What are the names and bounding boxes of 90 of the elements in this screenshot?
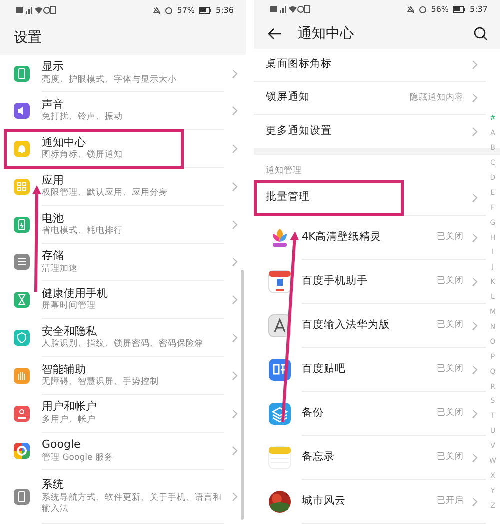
setting-title: 健康使用手机 [42, 287, 109, 301]
page-title: 设置 [14, 28, 42, 48]
chevron-icon [232, 295, 238, 306]
chevron-icon [472, 232, 478, 242]
app-status: 已关闭 [437, 275, 464, 288]
battery-icon [199, 7, 212, 14]
battery-icon [453, 6, 466, 14]
setting-label: 批量管理 [266, 190, 311, 205]
chevron-icon [472, 320, 478, 330]
chevron-icon [232, 446, 238, 456]
setting-title: 智能辅助 [42, 362, 87, 377]
chevron-icon [472, 496, 478, 506]
app-status: 已关闭 [437, 451, 464, 464]
setting-subtitle: 无障碍、智慧识屏、手势控制 [42, 376, 160, 388]
page-title: 通知中心 [298, 24, 355, 44]
setting-subtitle: 免打扰、铃声、振动 [42, 112, 124, 124]
setting-label: 锁屏通知 [266, 90, 311, 106]
app-row[interactable]: 百度输入法华为版 已关闭 [254, 304, 486, 348]
app-row[interactable]: 百度贴吧 已关闭 [254, 348, 486, 392]
setting-subtitle: 管理 Google 服务 [42, 452, 114, 464]
setting-subtitle: 清理加速 [42, 264, 79, 275]
setting-title: 声音 [42, 98, 65, 112]
chevron-icon [472, 126, 478, 137]
setting-subtitle: 亮度、护眼模式、字体与显示大小 [42, 74, 178, 86]
setting-title: 系统 [42, 478, 65, 492]
app-row[interactable]: 备忘录 已关闭 [254, 436, 486, 480]
app-status: 已关闭 [437, 363, 464, 376]
app-row[interactable]: 百度手机助手 已关闭 [254, 260, 486, 304]
setting-label: 更多通知设置 [266, 124, 333, 139]
mute-icon [153, 6, 162, 15]
setting-title: 电池 [42, 212, 65, 226]
setting-title: 应用 [42, 174, 65, 188]
chevron-icon [232, 182, 238, 192]
chevron-icon [232, 492, 238, 502]
clock-time: 5:36 [216, 4, 234, 17]
setting-subtitle: 权限管理、默认应用、应用分身 [42, 188, 169, 200]
app-status: 已关闭 [437, 319, 464, 332]
chevron-icon [472, 192, 478, 202]
app-row[interactable]: 备份 已关闭 [254, 392, 486, 436]
setting-subtitle: 图标角标、锁屏通知 [42, 150, 124, 162]
setting-title: 存储 [42, 249, 65, 264]
app-row[interactable]: 4K高清壁纸精灵 已关闭 [254, 216, 486, 260]
chevron-icon [472, 276, 478, 286]
chevron-icon [232, 257, 238, 268]
setting-subtitle: 省电模式、耗电排行 [42, 226, 124, 237]
setting-value: 隐藏通知内容 [410, 92, 464, 105]
app-row[interactable]: 城市风云 已开启 [254, 480, 486, 524]
chevron-icon [472, 408, 478, 418]
chevron-icon [472, 364, 478, 374]
setting-title: 显示 [42, 60, 65, 74]
app-name: 百度贴吧 [302, 362, 347, 377]
app-name: 4K高清壁纸精灵 [302, 230, 383, 245]
chevron-icon [232, 370, 238, 381]
app-status: 已开启 [437, 495, 464, 508]
chevron-icon [232, 68, 238, 79]
app-name: 百度输入法华为版 [302, 318, 391, 333]
battery-percent: 56% [431, 4, 450, 16]
battery-percent: 57% [177, 4, 196, 17]
signal-icon [16, 6, 56, 16]
mute-icon [407, 6, 416, 14]
section-label: 通知管理 [265, 165, 303, 178]
chevron-icon [232, 106, 238, 116]
signal-icon [270, 5, 310, 14]
search-icon [474, 27, 488, 42]
setting-title: 安全和隐私 [42, 324, 98, 339]
chevron-icon [232, 144, 238, 154]
clock-time: 5:37 [470, 4, 488, 16]
back-icon [268, 28, 282, 40]
chevron-icon [472, 93, 478, 104]
setting-title: Google [42, 438, 82, 453]
app-name: 备份 [302, 406, 325, 421]
app-name: 备忘录 [302, 450, 336, 465]
app-name: 百度手机助手 [302, 274, 369, 289]
setting-subtitle: 人脸识别、指纹、锁屏密码、密码保险箱 [42, 339, 205, 350]
chevron-icon [472, 452, 478, 462]
setting-subtitle: 多用户、帐户 [42, 414, 97, 426]
notepad-icon [268, 446, 292, 470]
chevron-icon [232, 408, 238, 419]
setting-label: 桌面图标角标 [266, 57, 333, 72]
setting-title: 通知中心 [42, 136, 87, 150]
setting-subtitle: 屏幕时间管理 [42, 301, 97, 312]
app-status: 已关闭 [437, 407, 464, 420]
app-status: 已关闭 [437, 231, 464, 244]
setting-subtitle: 系统导航方式、软件更新、关于手机、语言和输入法 [42, 492, 223, 515]
app-name: 城市风云 [302, 494, 347, 509]
chevron-icon [232, 220, 238, 230]
chevron-icon [232, 333, 238, 344]
chevron-icon [472, 60, 478, 70]
setting-title: 用户和帐户 [42, 400, 98, 415]
app-icon [268, 270, 292, 294]
